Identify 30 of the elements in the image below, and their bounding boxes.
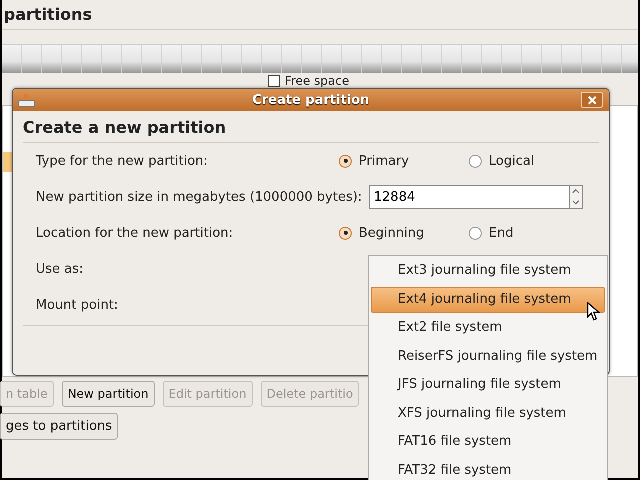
field-label: Type for the new partition: (36, 154, 210, 168)
legend-swatch (268, 75, 280, 87)
drive-icon (18, 92, 36, 108)
radio-button[interactable]: Logical (469, 154, 599, 168)
radio-button[interactable]: Beginning (339, 226, 469, 240)
pointer-cursor-icon (587, 302, 601, 322)
dialog-title: Create partition (251, 92, 371, 108)
spin-buttons[interactable] (569, 185, 583, 209)
radio-button[interactable]: Primary (339, 154, 469, 168)
radio-button[interactable]: End (469, 226, 599, 240)
field-label: Use as: (36, 262, 85, 276)
menu-item[interactable]: Ext3 journaling file system (371, 258, 605, 284)
window-title: partitions (2, 0, 638, 30)
menu-item[interactable]: FAT32 file system (371, 458, 605, 480)
menu-item[interactable]: FAT16 file system (371, 429, 605, 455)
menu-item[interactable]: Ext4 journaling file system (371, 286, 605, 312)
menu-item[interactable]: ReiserFS journaling file system (371, 344, 605, 370)
field-label: Location for the new partition: (36, 226, 234, 240)
menu-item[interactable]: XFS journaling file system (371, 400, 605, 426)
toolbar-button[interactable]: New partition (62, 381, 155, 407)
dialog-heading: Create a new partition (23, 118, 599, 143)
apply-button[interactable]: ges to partitions (0, 413, 118, 440)
close-button[interactable] (581, 92, 603, 108)
close-icon (588, 96, 596, 104)
menu-item[interactable]: Ext2 file system (371, 315, 605, 341)
menu-item[interactable]: JFS journaling file system (371, 372, 605, 398)
size-field[interactable]: 12884 (369, 185, 569, 209)
legend-label: Free space (285, 74, 350, 88)
field-label: New partition size in megabytes (1000000 bytes): (36, 190, 364, 204)
field-label: Mount point: (36, 298, 120, 312)
